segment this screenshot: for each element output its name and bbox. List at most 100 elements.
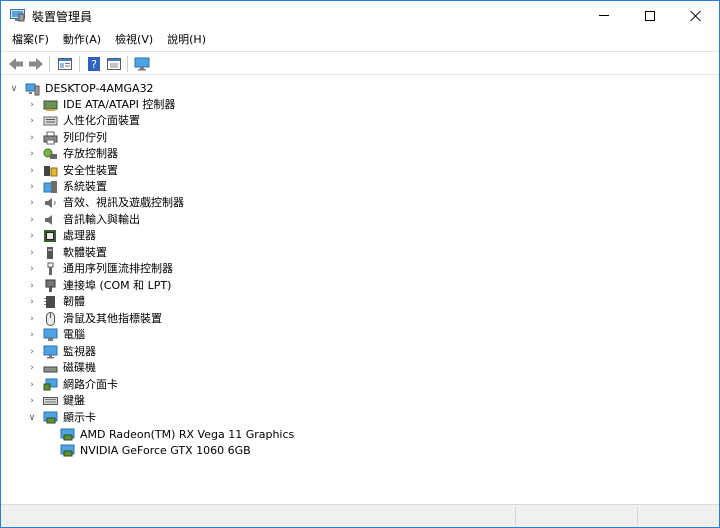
device-item[interactable]: NVIDIA GeForce GTX 1060 6GB bbox=[60, 443, 251, 459]
category-label: 監視器 bbox=[63, 345, 96, 358]
category-label: 音訊輸入與輸出 bbox=[63, 213, 140, 226]
monitor-icon[interactable] bbox=[133, 55, 151, 73]
category-label: 人性化介面裝置 bbox=[63, 114, 140, 127]
tree-category[interactable]: › 滑鼠及其他指標裝置 bbox=[26, 311, 162, 327]
menu-action[interactable]: 動作(A) bbox=[56, 30, 108, 50]
category-label: 顯示卡 bbox=[63, 411, 96, 424]
status-panel bbox=[515, 507, 637, 525]
device-item[interactable]: AMD Radeon(TM) RX Vega 11 Graphics bbox=[60, 427, 294, 443]
expand-chevron-icon[interactable]: › bbox=[26, 245, 38, 261]
tree-category[interactable]: › 音效、視訊及遊戲控制器 bbox=[26, 195, 184, 211]
tree-category[interactable]: › 存放控制器 bbox=[26, 146, 118, 162]
expand-chevron-icon[interactable]: › bbox=[26, 278, 38, 294]
category-label: 通用序列匯流排控制器 bbox=[63, 262, 173, 275]
tree-category[interactable]: › 韌體 bbox=[26, 294, 85, 310]
expand-chevron-icon[interactable]: › bbox=[26, 195, 38, 211]
tree-category[interactable]: › 安全性裝置 bbox=[26, 163, 118, 179]
forward-arrow-icon[interactable] bbox=[27, 55, 45, 73]
expand-chevron-icon[interactable]: › bbox=[26, 146, 38, 162]
category-label: 軟體裝置 bbox=[63, 246, 107, 259]
menu-file[interactable]: 檔案(F) bbox=[5, 30, 56, 50]
port-icon bbox=[45, 279, 56, 292]
tree-category[interactable]: › 電腦 bbox=[26, 327, 85, 343]
tree-category[interactable]: › 列印佇列 bbox=[26, 130, 107, 146]
display-adapter-icon bbox=[43, 411, 58, 424]
menu-view[interactable]: 檢視(V) bbox=[108, 30, 160, 50]
minimize-button[interactable] bbox=[581, 1, 627, 30]
expand-chevron-icon[interactable]: › bbox=[26, 261, 38, 277]
toolbar-separator bbox=[79, 56, 80, 72]
expand-chevron-icon[interactable]: › bbox=[26, 294, 38, 310]
svg-text:?: ? bbox=[91, 58, 97, 71]
category-label: 電腦 bbox=[63, 328, 85, 341]
keyboard-icon bbox=[43, 397, 58, 405]
device-tree: ∨ DESKTOP-4AMGA32 › IDE ATA/ATAPI 控制器 › … bbox=[2, 77, 718, 501]
expand-chevron-icon[interactable]: › bbox=[26, 228, 38, 244]
tree-category[interactable]: › 鍵盤 bbox=[26, 393, 85, 409]
expand-chevron-icon[interactable]: › bbox=[26, 327, 38, 343]
expand-chevron-icon[interactable]: › bbox=[26, 344, 38, 360]
tree-category[interactable]: › IDE ATA/ATAPI 控制器 bbox=[26, 97, 175, 113]
category-label: IDE ATA/ATAPI 控制器 bbox=[63, 98, 176, 111]
tree-category[interactable]: › 人性化介面裝置 bbox=[26, 113, 140, 129]
tree-category[interactable]: › 處理器 bbox=[26, 228, 96, 244]
window-title: 裝置管理員 bbox=[32, 10, 93, 24]
minimize-icon bbox=[599, 15, 609, 16]
processor-icon bbox=[44, 230, 56, 242]
category-label: 網路介面卡 bbox=[63, 378, 118, 391]
storage-controller-icon bbox=[43, 148, 57, 159]
toolbar-separator bbox=[127, 56, 128, 72]
speaker-icon bbox=[45, 198, 56, 208]
expand-chevron-icon[interactable]: › bbox=[26, 130, 38, 146]
expand-chevron-icon[interactable]: › bbox=[26, 113, 38, 129]
tree-category[interactable]: › 連接埠 (COM 和 LPT) bbox=[26, 278, 171, 294]
update-driver-icon[interactable] bbox=[105, 55, 123, 73]
category-label: 存放控制器 bbox=[63, 147, 118, 160]
expand-chevron-icon[interactable]: › bbox=[26, 311, 38, 327]
title-bar[interactable]: 裝置管理員 bbox=[1, 1, 719, 30]
tree-category[interactable]: › 通用序列匯流排控制器 bbox=[26, 261, 173, 277]
status-bar bbox=[1, 504, 719, 527]
category-label: 滑鼠及其他指標裝置 bbox=[63, 312, 162, 325]
collapse-chevron-icon[interactable]: ∨ bbox=[26, 410, 38, 426]
computer-name: DESKTOP-4AMGA32 bbox=[45, 82, 154, 95]
printer-icon bbox=[43, 131, 58, 145]
tree-category[interactable]: › 軟體裝置 bbox=[26, 245, 107, 261]
category-label: 連接埠 (COM 和 LPT) bbox=[63, 279, 172, 292]
category-label: 安全性裝置 bbox=[63, 164, 118, 177]
collapse-chevron-icon[interactable]: ∨ bbox=[8, 81, 20, 97]
tree-category-expanded[interactable]: ∨ 顯示卡 bbox=[26, 410, 96, 426]
computer-icon bbox=[43, 328, 58, 341]
back-arrow-icon[interactable] bbox=[7, 55, 25, 73]
close-button[interactable] bbox=[673, 1, 719, 30]
category-label: 鍵盤 bbox=[63, 394, 85, 407]
display-adapter-device-icon bbox=[60, 444, 75, 457]
expand-chevron-icon[interactable]: › bbox=[26, 377, 38, 393]
expand-chevron-icon[interactable]: › bbox=[26, 163, 38, 179]
properties-icon[interactable] bbox=[56, 55, 74, 73]
computer-root-icon bbox=[25, 83, 40, 96]
tree-category[interactable]: › 系統裝置 bbox=[26, 179, 107, 195]
expand-chevron-icon[interactable]: › bbox=[26, 97, 38, 113]
expand-chevron-icon[interactable]: › bbox=[26, 212, 38, 228]
tree-category[interactable]: › 監視器 bbox=[26, 344, 96, 360]
maximize-button[interactable] bbox=[627, 1, 673, 30]
category-label: 磁碟機 bbox=[63, 361, 96, 374]
toolbar-separator bbox=[49, 56, 50, 72]
close-icon bbox=[690, 10, 702, 22]
monitor-category-icon bbox=[43, 345, 58, 359]
expand-chevron-icon[interactable]: › bbox=[26, 393, 38, 409]
network-adapter-icon bbox=[43, 378, 58, 391]
expand-chevron-icon[interactable]: › bbox=[26, 179, 38, 195]
tree-category[interactable]: › 網路介面卡 bbox=[26, 377, 118, 393]
help-icon[interactable]: ? bbox=[85, 55, 103, 73]
tree-root[interactable]: ∨ DESKTOP-4AMGA32 bbox=[8, 81, 154, 97]
toolbar: ? bbox=[1, 51, 719, 75]
menu-bar: 檔案(F) 動作(A) 檢視(V) 說明(H) bbox=[1, 30, 719, 50]
expand-chevron-icon[interactable]: › bbox=[26, 360, 38, 376]
software-device-icon bbox=[47, 247, 53, 259]
tree-category[interactable]: › 音訊輸入與輸出 bbox=[26, 212, 140, 228]
menu-help[interactable]: 說明(H) bbox=[160, 30, 213, 50]
tree-category[interactable]: › 磁碟機 bbox=[26, 360, 96, 376]
status-panel bbox=[637, 507, 719, 525]
